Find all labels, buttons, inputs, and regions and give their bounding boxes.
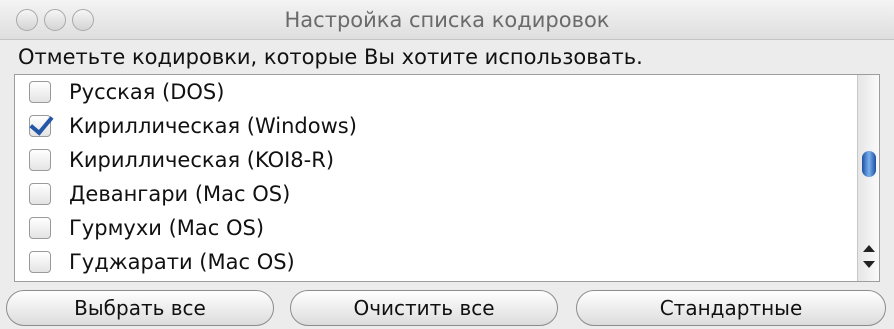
defaults-button[interactable]: Стандартные (576, 290, 886, 326)
encoding-list-window: Настройка списка кодировок Отметьте коди… (0, 0, 894, 329)
encoding-checkbox[interactable] (29, 183, 51, 205)
encoding-label: Русская (DOS) (69, 80, 225, 104)
encoding-label: Кириллическая (Windows) (69, 114, 357, 138)
clear-all-button[interactable]: Очистить все (290, 290, 558, 326)
window-title: Настройка списка кодировок (284, 8, 610, 32)
encoding-checkbox[interactable] (29, 149, 51, 171)
scroll-up-arrow-icon[interactable] (863, 245, 875, 252)
encoding-label: Девангари (Mac OS) (69, 182, 291, 206)
scroll-down-arrow-icon[interactable] (863, 261, 875, 268)
list-item-encoding[interactable]: Русская (DOS) (29, 77, 224, 107)
encoding-checkbox[interactable] (29, 115, 51, 137)
list-item-encoding[interactable]: Гурмухи (Mac OS) (29, 213, 264, 243)
encoding-label: Гурмухи (Mac OS) (69, 216, 265, 240)
instruction-text: Отметьте кодировки, которые Вы хотите ис… (18, 45, 643, 69)
encoding-checkbox[interactable] (29, 251, 51, 273)
list-item-encoding[interactable]: Кириллическая (KOI8-R) (29, 145, 334, 175)
encoding-checkbox[interactable] (29, 217, 51, 239)
select-all-button[interactable]: Выбрать все (6, 290, 274, 326)
list-item-encoding[interactable]: Девангари (Mac OS) (29, 179, 290, 209)
list-item-encoding[interactable]: Гуджарати (Mac OS) (29, 247, 295, 277)
list-item-encoding[interactable]: Кириллическая (Windows) (29, 111, 357, 141)
encoding-label: Кириллическая (KOI8-R) (69, 148, 335, 172)
encoding-checkbox[interactable] (29, 81, 51, 103)
encoding-list[interactable]: Русская (DOS) Кириллическая (Windows) Ки… (14, 74, 880, 282)
title-bar[interactable]: Настройка списка кодировок (0, 0, 894, 40)
vertical-scrollbar[interactable] (857, 75, 879, 281)
encoding-label: Гуджарати (Mac OS) (69, 250, 295, 274)
scrollbar-thumb[interactable] (862, 151, 876, 177)
